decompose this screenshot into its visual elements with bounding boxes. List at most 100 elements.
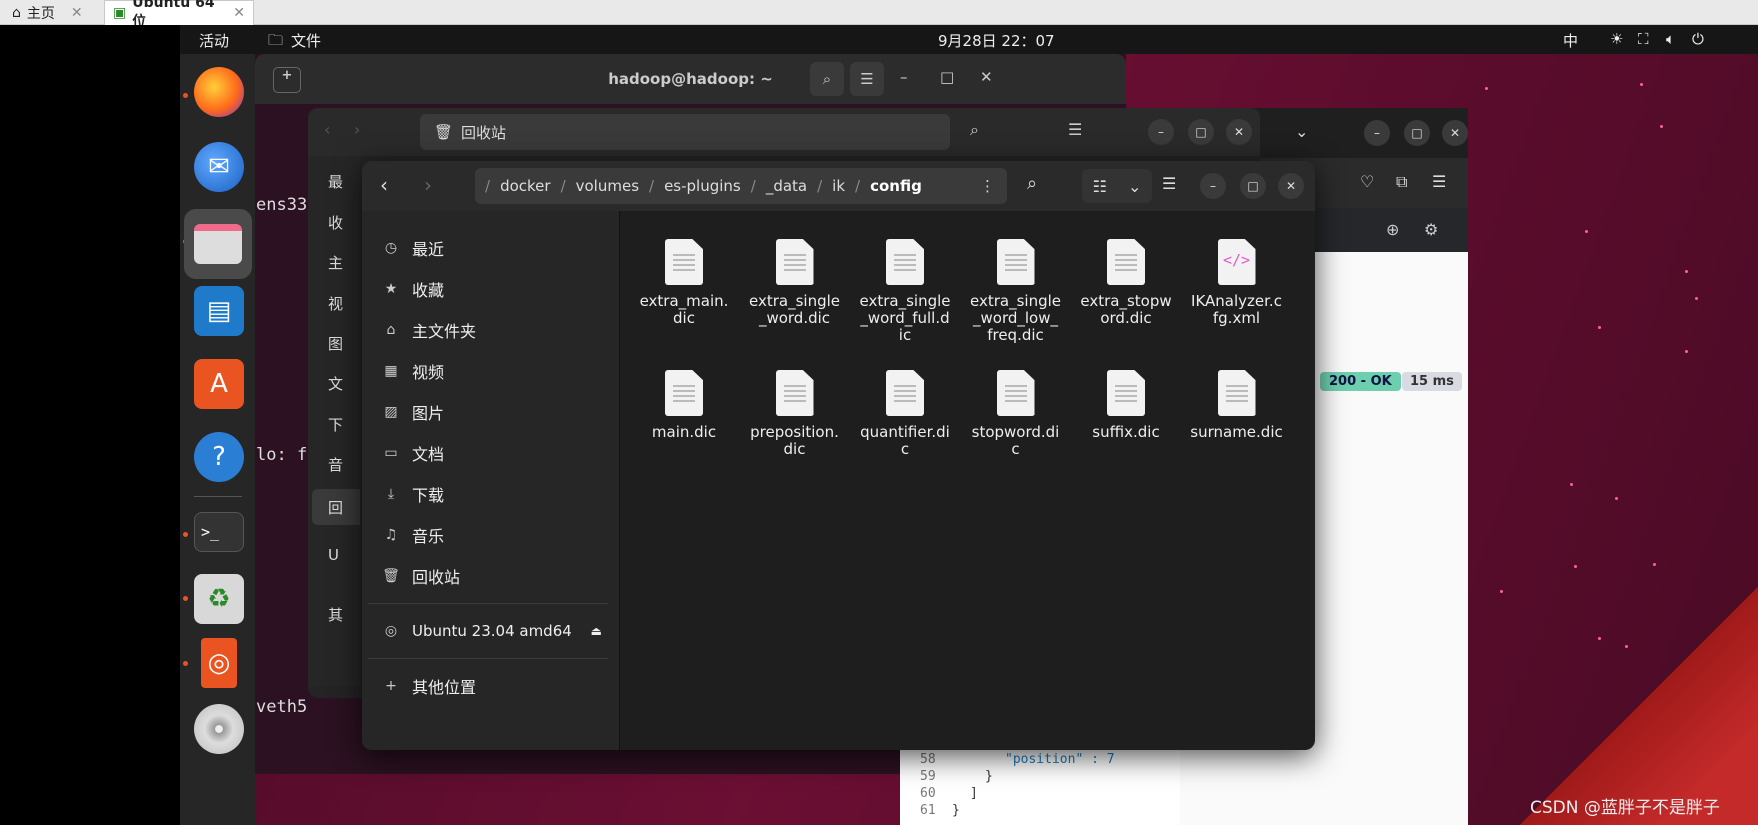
new-tab-icon[interactable]: + [273,67,301,93]
menu-icon[interactable]: ☰ [1162,174,1176,193]
clock[interactable]: 9月28日 22：07 [938,30,1055,51]
menu-icon[interactable]: ☰ [1068,120,1082,139]
time-badge: 15 ms [1402,372,1462,391]
path-menu-icon[interactable]: ⋮ [980,177,1007,195]
sidebar-item-music[interactable]: ♫ 音乐 [382,516,444,554]
file-item[interactable]: suffix.dic [1072,370,1180,441]
close-icon[interactable]: ✕ [1278,173,1304,199]
path-segment[interactable]: volumes [566,177,649,195]
app-menu-files[interactable]: 文件 [291,30,321,51]
forward-icon[interactable]: › [354,120,360,139]
app-center-icon[interactable]: A [194,359,244,409]
brightness-icon[interactable]: ☀ [1610,30,1623,48]
thunderbird-icon[interactable]: ✉ [194,142,244,192]
help-icon[interactable]: ⊕ [1386,220,1399,239]
sidebar-item[interactable]: 音 [328,454,343,475]
sidebar-item[interactable]: 收 [328,212,343,233]
file-item[interactable]: stopword.di c [962,370,1070,458]
minimize-icon[interactable]: – [1148,119,1174,145]
sidebar-item-selected[interactable]: 回 [312,489,360,525]
files-icon[interactable] [184,209,252,279]
sidebar-item-starred[interactable]: ★ 收藏 [382,270,444,308]
back-icon[interactable]: ‹ [380,173,388,197]
sidebar-item-device[interactable]: ◎ Ubuntu 23.04 amd64 ⏏ [382,612,602,650]
sidebar-item[interactable]: 其 [328,604,343,625]
sidebar-item[interactable]: U [328,546,339,564]
disc-icon[interactable] [194,704,244,754]
close-icon[interactable]: ✕ [980,68,993,86]
sidebar-item[interactable]: 下 [328,414,343,435]
firefox-icon[interactable] [194,67,244,117]
settings-icon[interactable]: ⚙ [1424,220,1438,239]
chevron-down-icon[interactable]: ⌄ [1128,177,1141,196]
writer-icon[interactable]: ▤ [194,286,244,336]
ubuntu-logo-icon[interactable]: ◎ [201,638,237,688]
file-name: extra_single _word_full.d ic [859,292,951,344]
file-item[interactable]: extra_single _word_low_ freq.dic [962,239,1070,344]
sidebar-item-trash[interactable]: 🗑 回收站 [382,557,460,595]
menu-icon[interactable]: ☰ [850,62,884,96]
trash-icon[interactable]: ♻ [194,574,244,624]
close-icon[interactable]: ✕ [1226,119,1252,145]
home-icon: ⌂ [386,322,396,338]
browser-menu-icon[interactable]: ☰ [1432,172,1446,191]
search-icon[interactable]: ⌕ [1027,173,1037,194]
chevron-down-icon[interactable]: ⌄ [1295,122,1308,141]
maximize-icon[interactable]: □ [940,68,954,86]
close-icon[interactable]: ✕ [71,5,83,21]
search-icon[interactable]: ⌕ [810,62,844,96]
trash-pathbar[interactable]: 🗑 回收站 [420,114,950,150]
file-item[interactable]: main.dic [630,370,738,441]
power-icon[interactable]: ⏻ [1692,30,1704,48]
extensions-icon[interactable]: ⧉ [1396,172,1407,192]
sidebar-item[interactable]: 主 [328,252,343,273]
sidebar-item-pictures[interactable]: ▨ 图片 [382,393,444,431]
maximize-icon[interactable]: □ [1404,120,1430,146]
maximize-icon[interactable]: □ [1240,173,1266,199]
file-item[interactable]: extra_stopw ord.dic [1072,239,1180,327]
sidebar-item[interactable]: 图 [328,333,343,354]
close-icon[interactable]: ✕ [1442,120,1468,146]
sidebar-item[interactable]: 文 [328,373,343,394]
file-item[interactable]: extra_single _word_full.d ic [851,239,959,344]
sidebar-item-recent[interactable]: ◷ 最近 [382,229,444,267]
file-item[interactable]: </> IKAnalyzer.c fg.xml [1183,239,1291,327]
back-icon[interactable]: ‹ [324,120,330,139]
path-segment-current[interactable]: config [860,177,932,195]
file-item[interactable]: extra_single _word.dic [741,239,849,327]
network-icon[interactable]: ⛶ [1638,30,1649,48]
minimize-icon[interactable]: – [1364,120,1390,146]
path-segment[interactable]: ik [822,177,855,195]
file-item[interactable]: quantifier.di c [851,370,959,458]
maximize-icon[interactable]: □ [1188,119,1214,145]
file-item[interactable]: extra_main. dic [630,239,738,327]
forward-icon[interactable]: › [424,173,432,197]
host-tab-ubuntu[interactable]: ▣ Ubuntu 64 位 ✕ [104,0,254,30]
path-segment[interactable]: _data [756,177,817,195]
pocket-icon[interactable]: ♡ [1360,172,1374,191]
view-switcher[interactable]: ☷ ⌄ [1082,169,1152,203]
host-tab-home[interactable]: ⌂ 主页 ✕ [4,0,100,25]
activities-button[interactable]: 活动 [199,30,229,51]
sidebar-item-videos[interactable]: ▦ 视频 [382,352,444,390]
minimize-icon[interactable]: – [1200,173,1226,199]
file-item[interactable]: preposition. dic [741,370,849,458]
sidebar-item-documents[interactable]: ▭ 文档 [382,434,444,472]
file-item[interactable]: surname.dic [1183,370,1291,441]
sidebar-item-home[interactable]: ⌂ 主文件夹 [382,311,476,349]
path-segment[interactable]: docker [490,177,561,195]
eject-icon[interactable]: ⏏ [591,624,602,638]
minimize-icon[interactable]: – [900,68,908,86]
path-segment[interactable]: es-plugins [654,177,751,195]
help-icon[interactable]: ? [194,432,244,482]
sidebar-item[interactable]: 最 [328,171,343,192]
close-icon[interactable]: ✕ [233,5,245,21]
list-view-icon[interactable]: ☷ [1093,177,1107,196]
sidebar-item[interactable]: 视 [328,293,343,314]
volume-icon[interactable]: 🔈︎ [1666,30,1675,48]
terminal-icon[interactable]: >_ [194,512,244,552]
sidebar-item-downloads[interactable]: ⤓ 下载 [382,475,444,513]
input-method-indicator[interactable]: 中 [1563,30,1578,51]
sidebar-item-other-locations[interactable]: + 其他位置 [382,667,476,705]
search-icon[interactable]: ⌕ [970,120,979,140]
